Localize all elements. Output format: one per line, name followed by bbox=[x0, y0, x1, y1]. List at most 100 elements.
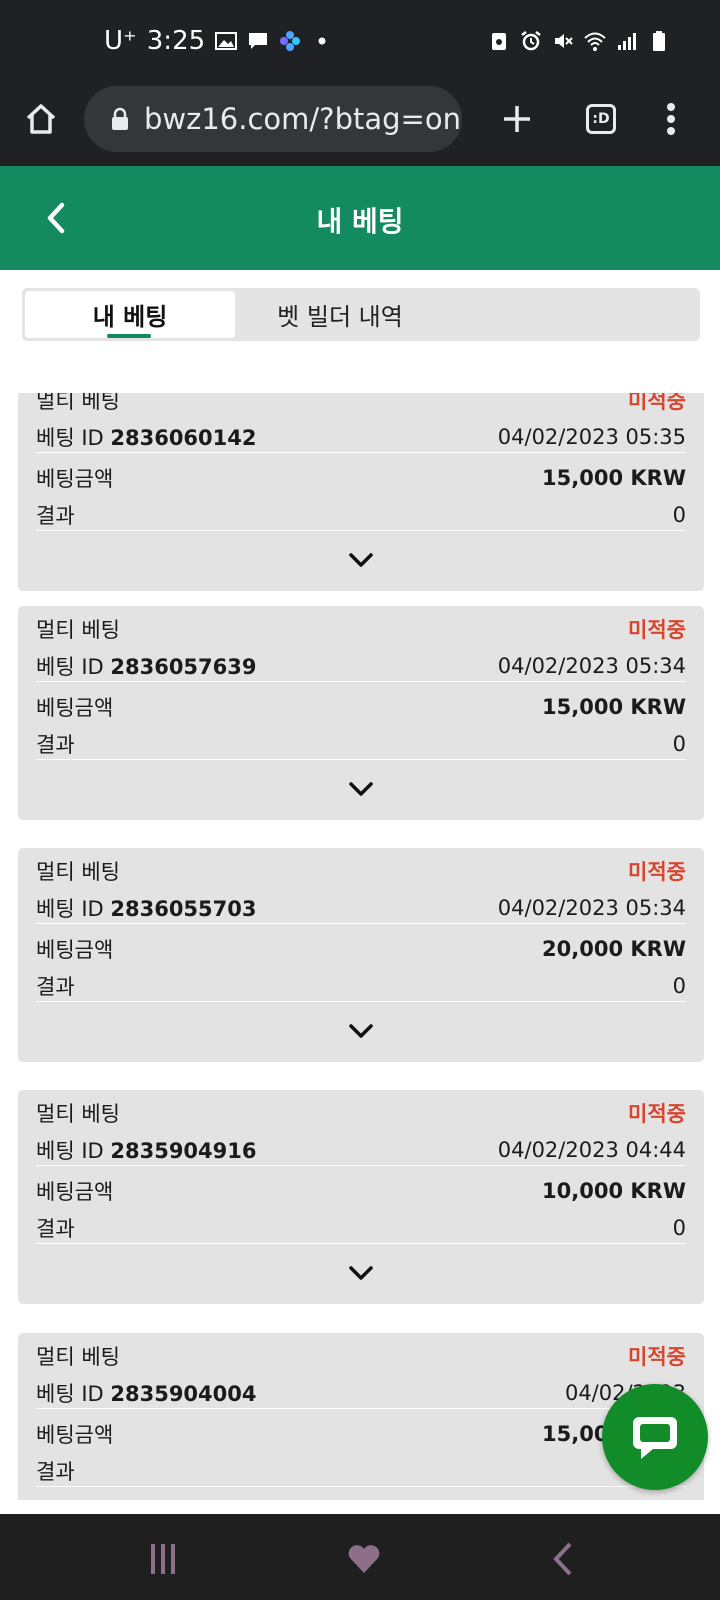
bet-id-row: 베팅 ID 2835904916 04/02/2023 04:44 bbox=[36, 1134, 686, 1166]
bet-datetime: 04/02/2023 05:34 bbox=[497, 895, 686, 920]
recent-apps-icon bbox=[151, 1544, 175, 1574]
bet-card[interactable]: 멀티 베팅 미적중 베팅 ID 2835904916 04/02/2023 04… bbox=[18, 1090, 704, 1304]
nav-back-icon bbox=[553, 1542, 572, 1576]
bet-id-row: 베팅 ID 2835904004 04/02/2023 bbox=[36, 1377, 686, 1409]
bet-header-row: 멀티 베팅 미적중 bbox=[36, 393, 686, 415]
bet-result-row: 결과 0 bbox=[36, 728, 686, 760]
signal-icon bbox=[618, 33, 636, 50]
bet-card[interactable]: 멀티 베팅 미적중 베팅 ID 2835904004 04/02/2023 베팅… bbox=[18, 1333, 704, 1500]
bet-id-value: 2835904916 bbox=[110, 1138, 257, 1163]
bet-datetime: 04/02/2023 05:34 bbox=[497, 653, 686, 678]
more-notifications-dot-icon bbox=[318, 37, 326, 45]
bet-amount-row: 베팅금액 15,000 KRW bbox=[36, 1419, 686, 1449]
bet-amount-row: 베팅금액 15,000 KRW bbox=[36, 692, 686, 722]
bet-status: 미적중 bbox=[628, 1102, 686, 1126]
vibrate-mute-icon bbox=[555, 34, 573, 48]
bet-id-row: 베팅 ID 2836060142 04/02/2023 05:35 bbox=[36, 421, 686, 453]
alarm-icon bbox=[521, 31, 541, 51]
bet-result-value: 0 bbox=[672, 502, 686, 527]
new-tab-button[interactable] bbox=[490, 92, 544, 146]
app-header: 내 베팅 bbox=[0, 166, 720, 270]
bet-id-label: 베팅 ID bbox=[36, 1138, 104, 1163]
expand-button[interactable] bbox=[341, 1018, 381, 1044]
bet-type: 멀티 베팅 bbox=[36, 1345, 120, 1369]
tab-switcher-icon: :D bbox=[586, 104, 616, 134]
bet-id-group: 베팅 ID 2835904916 bbox=[36, 1135, 257, 1165]
expand-button[interactable] bbox=[341, 1260, 381, 1286]
tab-bet-builder-history[interactable]: 벳 빌더 내역 bbox=[235, 291, 445, 338]
bet-id-label: 베팅 ID bbox=[36, 425, 104, 450]
bet-header-row: 멀티 베팅 미적중 bbox=[36, 1341, 686, 1371]
status-bar: U⁺ 3:25 bbox=[0, 0, 720, 86]
home-nav-button[interactable] bbox=[341, 1536, 387, 1582]
bet-amount-label: 베팅금액 bbox=[36, 1180, 114, 1204]
bet-result-row: 결과 0 bbox=[36, 1455, 686, 1487]
bet-id-row: 베팅 ID 2836057639 04/02/2023 05:34 bbox=[36, 650, 686, 682]
tab-my-bets[interactable]: 내 베팅 bbox=[25, 291, 235, 338]
bet-header-row: 멀티 베팅 미적중 bbox=[36, 856, 686, 886]
home-icon bbox=[26, 104, 56, 134]
bet-status: 미적중 bbox=[628, 393, 686, 413]
bet-result-label: 결과 bbox=[36, 732, 75, 757]
bet-datetime: 04/02/2023 05:35 bbox=[497, 424, 686, 449]
bet-result-value: 0 bbox=[672, 973, 686, 998]
gallery-icon bbox=[215, 32, 238, 50]
bet-result-label: 결과 bbox=[36, 503, 75, 528]
bet-type: 멀티 베팅 bbox=[36, 1102, 120, 1126]
bet-id-group: 베팅 ID 2835904004 bbox=[36, 1378, 257, 1408]
bet-type: 멀티 베팅 bbox=[36, 860, 120, 884]
bet-amount-row: 베팅금액 10,000 KRW bbox=[36, 1176, 686, 1206]
bet-status: 미적중 bbox=[628, 1345, 686, 1369]
bet-result-row: 결과 0 bbox=[36, 970, 686, 1002]
bet-amount-label: 베팅금액 bbox=[36, 1423, 114, 1447]
bet-amount-value: 20,000 KRW bbox=[542, 937, 686, 961]
bet-id-row: 베팅 ID 2836055703 04/02/2023 05:34 bbox=[36, 892, 686, 924]
bet-id-value: 2836057639 bbox=[110, 654, 257, 679]
chevron-down-icon bbox=[349, 553, 373, 567]
bet-result-row: 결과 0 bbox=[36, 1212, 686, 1244]
tab-switcher-button[interactable]: :D bbox=[574, 92, 628, 146]
more-vert-icon bbox=[667, 103, 675, 135]
nav-back-button[interactable] bbox=[540, 1536, 586, 1582]
bet-result-value: 0 bbox=[672, 731, 686, 756]
bet-card[interactable]: 멀티 베팅 미적중 베팅 ID 2836057639 04/02/2023 05… bbox=[18, 606, 704, 820]
url-text: bwz16.com/?btag=on bbox=[144, 102, 461, 136]
system-nav-bar bbox=[0, 1514, 720, 1600]
bet-amount-value: 15,000 KRW bbox=[542, 466, 686, 490]
bet-result-label: 결과 bbox=[36, 1216, 75, 1241]
clock: 3:25 bbox=[146, 26, 206, 56]
bet-header-row: 멀티 베팅 미적중 bbox=[36, 614, 686, 644]
bet-id-label: 베팅 ID bbox=[36, 654, 104, 679]
bet-status: 미적중 bbox=[628, 618, 686, 642]
more-menu-button[interactable] bbox=[644, 92, 698, 146]
home-heart-icon bbox=[348, 1545, 380, 1573]
home-button[interactable] bbox=[14, 92, 68, 146]
bet-id-value: 2836060142 bbox=[110, 425, 257, 450]
bet-result-label: 결과 bbox=[36, 974, 75, 999]
chevron-down-icon bbox=[349, 782, 373, 796]
lock-icon bbox=[112, 107, 128, 130]
bet-amount-label: 베팅금액 bbox=[36, 696, 114, 720]
bet-result-value: 0 bbox=[672, 1215, 686, 1240]
browser-toolbar: bwz16.com/?btag=on :D bbox=[0, 86, 720, 166]
expand-button[interactable] bbox=[341, 776, 381, 802]
message-icon bbox=[249, 33, 268, 49]
chat-icon bbox=[633, 1417, 677, 1459]
app-notification-icon bbox=[280, 31, 301, 51]
bet-type: 멀티 베팅 bbox=[36, 618, 120, 642]
plus-icon bbox=[504, 106, 530, 132]
bet-list: 멀티 베팅 미적중 베팅 ID 2836060142 04/02/2023 05… bbox=[18, 393, 704, 1500]
battery-saver-icon bbox=[492, 33, 506, 50]
bet-type: 멀티 베팅 bbox=[36, 393, 120, 413]
bet-datetime: 04/02/2023 04:44 bbox=[497, 1137, 686, 1162]
bet-id-value: 2835904004 bbox=[110, 1381, 257, 1406]
page-title: 내 베팅 bbox=[316, 205, 404, 238]
recent-apps-button[interactable] bbox=[140, 1536, 186, 1582]
chat-button[interactable] bbox=[602, 1384, 708, 1490]
bet-card[interactable]: 멀티 베팅 미적중 베팅 ID 2836060142 04/02/2023 05… bbox=[18, 393, 704, 591]
bet-card[interactable]: 멀티 베팅 미적중 베팅 ID 2836055703 04/02/2023 05… bbox=[18, 848, 704, 1062]
wifi-icon bbox=[584, 32, 606, 51]
expand-button[interactable] bbox=[341, 547, 381, 573]
bet-id-value: 2836055703 bbox=[110, 896, 257, 921]
address-bar[interactable]: bwz16.com/?btag=on bbox=[84, 86, 462, 152]
